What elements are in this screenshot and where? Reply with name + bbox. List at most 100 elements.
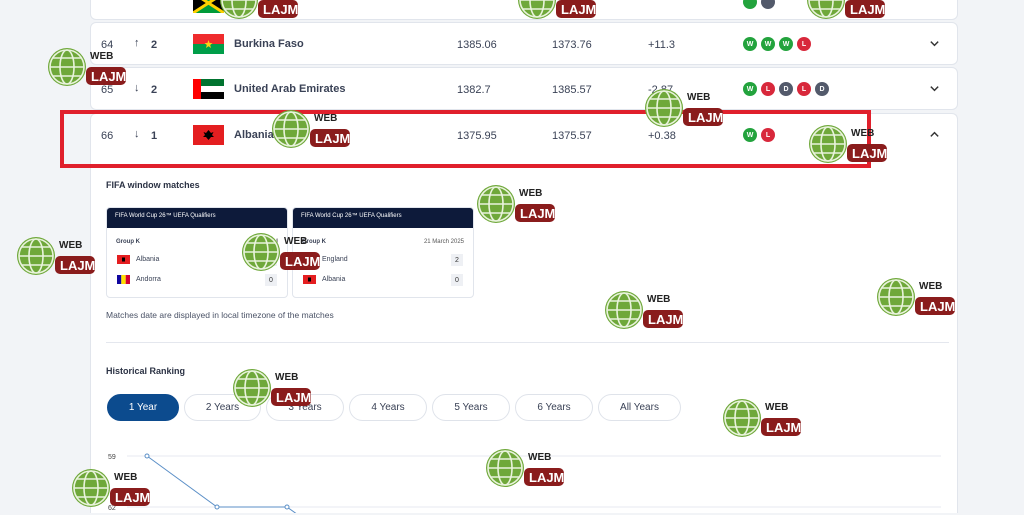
- form-result: L: [761, 82, 775, 96]
- home-team-name: Albania: [136, 256, 160, 263]
- form-guide: [743, 0, 775, 9]
- ranking-row[interactable]: 64 ↑ 2 Burkina Faso 1385.06 1373.76 +11.…: [90, 22, 958, 65]
- country-name[interactable]: United Arab Emirates: [234, 83, 345, 95]
- form-result: W: [779, 37, 793, 51]
- range-5-years[interactable]: 5 Years: [432, 394, 510, 421]
- arrow-down-icon: ↓: [134, 82, 140, 94]
- flag-albania: [117, 255, 130, 264]
- away-team-name: Andorra: [136, 276, 161, 283]
- web-lajm-watermark: WEBLAJM: [218, 0, 300, 22]
- flag-andorra: [117, 275, 130, 284]
- web-lajm-watermark: WEB LAJM: [603, 288, 685, 332]
- chevron-up-icon[interactable]: [929, 129, 940, 140]
- watermark-bottom-text: LAJM: [91, 69, 127, 84]
- chevron-down-icon[interactable]: [929, 38, 940, 49]
- chart-point[interactable]: [284, 504, 290, 510]
- chevron-down-icon[interactable]: [929, 83, 940, 94]
- match-competition: FIFA World Cup 26™ UEFA Qualifiers: [293, 208, 473, 228]
- ranking-row[interactable]: 65 ↓ 2 United Arab Emirates 1382.7 1385.…: [90, 67, 958, 110]
- previous-points: 1373.76: [552, 39, 592, 51]
- web-lajm-watermark: WEB LAJM: [15, 234, 97, 278]
- section-divider: [106, 342, 949, 343]
- chart-y-tick: 59: [108, 454, 116, 461]
- rank-movement: 2: [151, 39, 158, 51]
- watermark-bottom-text: LAJM: [263, 2, 299, 17]
- timezone-note: Matches date are displayed in local time…: [106, 310, 334, 320]
- watermark-bottom-text: LAJM: [529, 470, 565, 485]
- away-team-name: Albania: [322, 276, 346, 283]
- chart-point[interactable]: [214, 504, 220, 510]
- flag-albania: [303, 275, 316, 284]
- web-lajm-watermark: WEBLAJM: [805, 0, 887, 22]
- range-4-years[interactable]: 4 Years: [349, 394, 427, 421]
- form-result: L: [797, 37, 811, 51]
- watermark-top-text: WEB: [114, 472, 138, 483]
- watermark-top-text: WEB: [528, 452, 552, 463]
- fifa-window-title: FIFA window matches: [106, 180, 200, 190]
- form-guide: W L D L D: [743, 82, 829, 96]
- watermark-top-text: WEB: [90, 51, 114, 62]
- form-result: D: [779, 82, 793, 96]
- watermark-top-text: WEB: [275, 372, 299, 383]
- watermark-bottom-text: LAJM: [850, 2, 886, 17]
- watermark-bottom-text: LAJM: [648, 312, 684, 327]
- web-lajm-watermark: WEBLAJM: [516, 0, 598, 22]
- flag-uae: [193, 79, 224, 99]
- chart-point[interactable]: [144, 453, 150, 459]
- watermark-top-text: WEB: [851, 128, 875, 139]
- watermark-top-text: WEB: [647, 294, 671, 305]
- watermark-bottom-text: LAJM: [766, 420, 802, 435]
- web-lajm-watermark: WEB LAJM: [721, 396, 803, 440]
- web-lajm-watermark: WEB LAJM: [643, 86, 725, 130]
- watermark-bottom-text: LAJM: [920, 299, 956, 314]
- watermark-top-text: WEB: [519, 188, 543, 199]
- watermark-bottom-text: LAJM: [520, 206, 556, 221]
- web-lajm-watermark: WEB LAJM: [875, 275, 957, 319]
- web-lajm-watermark: WEB LAJM: [475, 182, 557, 226]
- historical-ranking-title: Historical Ranking: [106, 366, 186, 376]
- previous-points: 1385.57: [552, 84, 592, 96]
- form-result: L: [797, 82, 811, 96]
- web-lajm-watermark: WEB LAJM: [46, 45, 128, 89]
- points-diff: +11.3: [648, 39, 676, 51]
- home-score: 2: [451, 254, 463, 266]
- watermark-bottom-text: LAJM: [561, 2, 597, 17]
- range-6-years[interactable]: 6 Years: [515, 394, 593, 421]
- total-points: 1385.06: [457, 39, 497, 51]
- web-lajm-watermark: WEBLAJM: [270, 107, 352, 151]
- total-points: 1382.7: [457, 84, 491, 96]
- web-lajm-watermark: WEBLAJM: [70, 466, 152, 510]
- watermark-bottom-text: LAJM: [285, 254, 321, 269]
- form-win: [743, 0, 757, 9]
- form-result: D: [815, 82, 829, 96]
- match-date: 21 March 2025: [423, 239, 464, 245]
- flag-burkina-faso: [193, 34, 224, 54]
- watermark-top-text: WEB: [765, 402, 789, 413]
- chart-series-line: [146, 455, 297, 513]
- home-team-name: England: [322, 256, 348, 263]
- watermark-top-text: WEB: [284, 236, 308, 247]
- web-lajm-watermark: WEB LAJM: [807, 122, 889, 166]
- watermark-top-text: WEB: [687, 92, 711, 103]
- highlight-box: [60, 110, 871, 168]
- watermark-bottom-text: LAJM: [315, 131, 351, 146]
- form-result: W: [743, 82, 757, 96]
- watermark-bottom-text: LAJM: [852, 146, 888, 161]
- web-lajm-watermark: WEB LAJM: [484, 446, 566, 490]
- away-score: 0: [451, 274, 463, 286]
- away-team: Andorra: [117, 275, 161, 284]
- country-name[interactable]: Burkina Faso: [234, 38, 304, 50]
- range-1-year[interactable]: 1 Year: [107, 394, 179, 421]
- form-draw: [761, 0, 775, 9]
- range-all-years[interactable]: All Years: [598, 394, 681, 421]
- web-lajm-watermark: WEBLAJM: [231, 366, 313, 410]
- watermark-top-text: WEB: [59, 240, 83, 251]
- form-result: W: [743, 37, 757, 51]
- match-group: Group K: [116, 239, 140, 245]
- arrow-up-icon: ↑: [134, 37, 140, 49]
- form-result: W: [761, 37, 775, 51]
- form-guide: W W W L: [743, 37, 811, 51]
- watermark-bottom-text: LAJM: [688, 110, 724, 125]
- watermark-bottom-text: LAJM: [60, 258, 96, 273]
- watermark-top-text: WEB: [919, 281, 943, 292]
